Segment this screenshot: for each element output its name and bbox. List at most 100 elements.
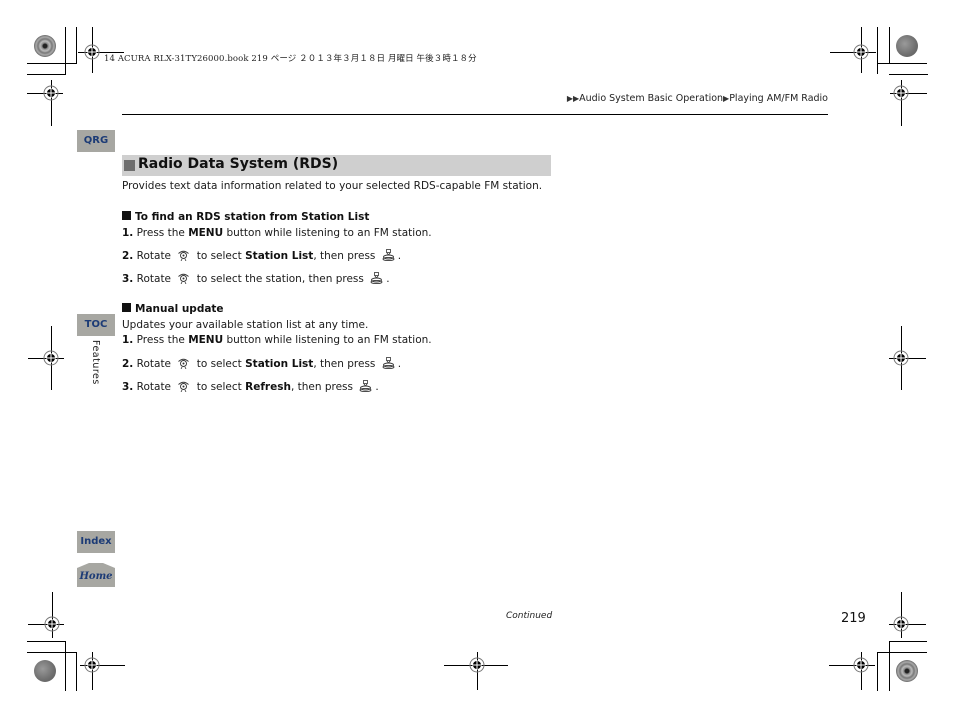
page-number: 219 [841, 611, 866, 626]
step-bold-term: MENU [188, 334, 224, 346]
registration-mark-icon [84, 657, 100, 673]
crop-mark [889, 74, 928, 75]
registration-mark-icon [43, 85, 59, 101]
qrg-tab[interactable]: QRG [77, 130, 115, 152]
header-rule [122, 114, 828, 115]
crop-mark [877, 27, 878, 74]
registration-mark-icon [84, 44, 100, 60]
period: . [386, 273, 390, 285]
registration-mark-icon [893, 350, 909, 366]
step-text: Rotate [136, 358, 175, 370]
subsection-intro: Updates your available station list at a… [122, 319, 369, 331]
step-text: button while listening to an FM station. [223, 334, 432, 346]
crop-mark [65, 27, 66, 74]
step-text: , then press [290, 381, 357, 393]
interface-dial-press-icon [370, 272, 383, 284]
subsection-heading: To find an RDS station from Station List [122, 211, 369, 223]
crop-mark [27, 63, 77, 64]
crop-mark [27, 652, 77, 653]
step-text: Rotate [136, 381, 175, 393]
step-number: 3. [122, 273, 134, 285]
step-bold-term: Station List [245, 358, 314, 370]
index-tab[interactable]: Index [77, 531, 115, 553]
breadcrumb-item[interactable]: Playing AM/FM Radio [729, 93, 828, 104]
section-square-icon [124, 160, 135, 171]
continued-label: Continued [506, 611, 553, 621]
crop-mark [877, 63, 927, 64]
subsection-heading-text: Manual update [135, 303, 224, 315]
interface-dial-press-icon [382, 357, 395, 369]
section-title: Radio Data System (RDS) [138, 156, 339, 172]
bullet-square-icon [122, 211, 131, 220]
registration-disc-icon [896, 35, 918, 57]
interface-dial-rotate-icon [178, 273, 190, 284]
period: . [397, 250, 402, 262]
step-text: to select the station, then press [193, 273, 368, 285]
period: . [375, 381, 379, 393]
breadcrumb-item[interactable]: Audio System Basic Operation [579, 93, 723, 104]
step-number: 1. [122, 227, 134, 239]
crop-mark [889, 27, 890, 63]
breadcrumb: ▶▶Audio System Basic Operation▶Playing A… [567, 93, 828, 104]
step-item: 1. Press the MENU button while listening… [122, 334, 432, 346]
step-text: to select [193, 250, 246, 262]
print-meta-line: 14 ACURA RLX-31TY26000.book 219 ページ ２０１３… [104, 54, 477, 64]
step-bold-term: Refresh [245, 381, 291, 393]
subsection-heading-text: To find an RDS station from Station List [135, 211, 370, 223]
registration-mark-icon [893, 616, 909, 632]
step-item: 2. Rotate to select Station List, then p… [122, 249, 401, 262]
step-number: 2. [122, 250, 134, 262]
double-triangle-right-icon: ▶▶ [566, 94, 580, 103]
step-text: to select [193, 381, 246, 393]
bullet-square-icon [122, 303, 131, 312]
section-heading-bar: Radio Data System (RDS) [122, 155, 551, 176]
step-text: Rotate [136, 250, 175, 262]
interface-dial-rotate-icon [178, 358, 190, 369]
registration-disc-icon [34, 660, 56, 682]
registration-disc-icon [896, 660, 918, 682]
period: . [397, 358, 402, 370]
section-intro: Provides text data information related t… [122, 180, 543, 192]
registration-mark-icon [469, 657, 485, 673]
crop-mark [889, 641, 927, 642]
home-tab[interactable]: Home [77, 563, 115, 587]
interface-dial-rotate-icon [178, 250, 190, 261]
home-tab-label: Home [79, 571, 113, 582]
crop-mark [65, 641, 66, 691]
step-number: 3. [122, 381, 134, 393]
step-item: 3. Rotate to select the station, then pr… [122, 272, 390, 285]
chapter-label: Features [90, 340, 101, 385]
crop-mark [76, 652, 77, 691]
step-number: 1. [122, 334, 134, 346]
crop-mark [877, 652, 878, 691]
step-text: , then press [313, 250, 379, 262]
step-item: 3. Rotate to select Refresh, then press … [122, 380, 379, 393]
step-text: Rotate [136, 273, 175, 285]
step-bold-term: MENU [188, 227, 224, 239]
interface-dial-press-icon [382, 249, 395, 261]
step-text: , then press [313, 358, 379, 370]
registration-mark-icon [43, 350, 59, 366]
crop-mark [877, 652, 927, 653]
subsection-heading: Manual update [122, 303, 224, 315]
step-item: 2. Rotate to select Station List, then p… [122, 357, 401, 370]
step-number: 2. [122, 358, 134, 370]
registration-disc-icon [34, 35, 56, 57]
interface-dial-rotate-icon [178, 381, 190, 392]
crop-mark [27, 74, 66, 75]
registration-mark-icon [853, 44, 869, 60]
registration-mark-icon [853, 657, 869, 673]
crop-mark [76, 27, 77, 63]
step-bold-term: Station List [245, 250, 314, 262]
toc-tab[interactable]: TOC [77, 314, 115, 336]
step-text: Press the [136, 227, 189, 239]
interface-dial-press-icon [359, 380, 372, 392]
crop-mark [27, 641, 66, 642]
step-text: to select [193, 358, 246, 370]
crop-mark [889, 641, 890, 691]
registration-mark-icon [893, 85, 909, 101]
step-text: button while listening to an FM station. [223, 227, 432, 239]
step-text: Press the [136, 334, 189, 346]
step-item: 1. Press the MENU button while listening… [122, 227, 432, 239]
registration-mark-icon [44, 616, 60, 632]
